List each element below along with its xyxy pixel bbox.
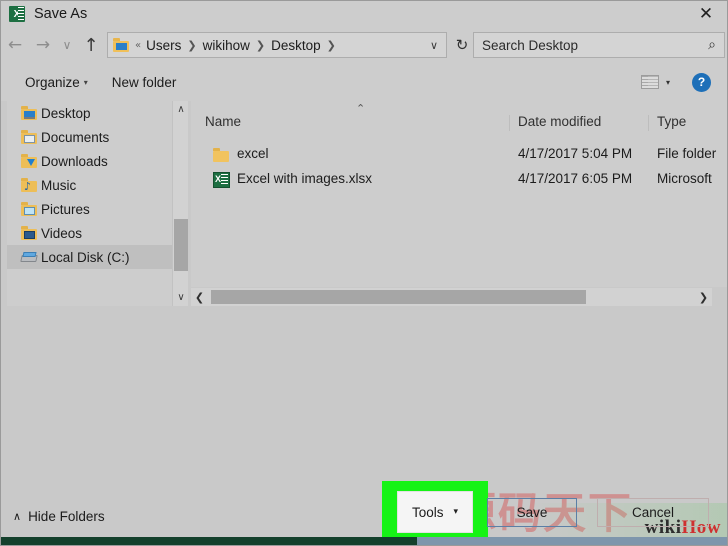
- search-input[interactable]: Search Desktop ⌕: [473, 32, 725, 58]
- navigation-pane: Desktop Documents Downloads ♪ Music Pict…: [7, 101, 172, 306]
- sidebar-item-desktop[interactable]: Desktop: [7, 101, 172, 125]
- breadcrumb[interactable]: « Users ❯ wikihow ❯ Desktop ❯ ∨: [107, 32, 447, 58]
- hide-folders-button[interactable]: ∧ Hide Folders: [13, 509, 105, 524]
- downloads-folder-icon: [21, 154, 38, 168]
- filelist-horizontal-scrollbar[interactable]: ❮ ❯: [191, 288, 712, 306]
- up-button[interactable]: ↑: [77, 31, 105, 59]
- help-button[interactable]: ?: [692, 72, 711, 92]
- scrollbar-thumb[interactable]: [174, 219, 188, 271]
- scroll-down-icon[interactable]: ∨: [173, 289, 189, 306]
- sidebar-item-label: Local Disk (C:): [41, 249, 130, 265]
- sidebar-item-label: Downloads: [41, 153, 108, 169]
- chevron-right-icon[interactable]: ❯: [256, 39, 265, 52]
- desktop-folder-icon: [21, 106, 38, 120]
- bottom-edge-strip-left: [1, 537, 417, 545]
- column-header-type[interactable]: Type: [657, 114, 686, 129]
- tools-button[interactable]: Tools ▾: [397, 491, 473, 533]
- scroll-right-icon[interactable]: ❯: [695, 288, 712, 306]
- chevron-right-icon[interactable]: ❯: [187, 39, 196, 52]
- hide-folders-label: Hide Folders: [28, 509, 105, 524]
- chevron-down-icon: ▾: [453, 507, 459, 517]
- file-type: File folder: [657, 146, 717, 161]
- sidebar-item-label: Music: [41, 177, 77, 193]
- scrollbar-thumb[interactable]: [211, 290, 586, 304]
- sidebar-item-pictures[interactable]: Pictures: [7, 197, 172, 221]
- documents-folder-icon: [21, 130, 38, 144]
- column-header-date-modified[interactable]: Date modified: [518, 114, 601, 129]
- save-as-dialog: X Save As ✕ ← → ∨ ↑ « Users ❯ wikihow ❯ …: [0, 0, 728, 546]
- chevron-down-icon[interactable]: ▾: [84, 78, 88, 87]
- scroll-left-icon[interactable]: ❮: [191, 288, 208, 306]
- recent-locations-button[interactable]: ∨: [57, 31, 77, 59]
- file-type: Microsoft: [657, 171, 712, 186]
- close-icon[interactable]: ✕: [683, 1, 727, 27]
- file-date-modified: 4/17/2017 6:05 PM: [518, 171, 633, 186]
- forward-button[interactable]: →: [29, 31, 57, 59]
- chevron-down-icon[interactable]: ∨: [430, 39, 446, 52]
- sidebar-item-label: Videos: [41, 225, 83, 241]
- scroll-up-icon[interactable]: ∧: [173, 101, 189, 118]
- column-headers: Name Date modified Type: [191, 109, 727, 133]
- xlsx-icon: [213, 172, 230, 188]
- window-title: Save As: [34, 6, 88, 22]
- title-bar: X Save As ✕: [1, 1, 727, 27]
- file-date-modified: 4/17/2017 5:04 PM: [518, 146, 633, 161]
- new-folder-button[interactable]: New folder: [112, 75, 177, 90]
- organize-button[interactable]: Organize: [25, 75, 80, 90]
- chevron-up-icon: ∧: [13, 510, 22, 523]
- save-button-label: Save: [516, 505, 548, 520]
- chevron-right-icon[interactable]: ❯: [327, 39, 336, 52]
- chevron-down-icon[interactable]: ▾: [666, 78, 670, 87]
- sidebar-item-documents[interactable]: Documents: [7, 125, 172, 149]
- folder-icon: [213, 147, 230, 163]
- breadcrumb-item-wikihow[interactable]: wikihow: [202, 36, 251, 55]
- sidebar-item-label: Pictures: [41, 201, 90, 217]
- pictures-folder-icon: [21, 202, 38, 216]
- refresh-icon[interactable]: ↻: [451, 36, 473, 54]
- navpane-scrollbar[interactable]: ∧ ∨: [172, 101, 188, 306]
- address-bar-row: ← → ∨ ↑ « Users ❯ wikihow ❯ Desktop ❯ ∨ …: [1, 27, 727, 63]
- table-row[interactable]: excel 4/17/2017 5:04 PM File folder: [191, 143, 727, 168]
- sidebar-item-label: Desktop: [41, 105, 91, 121]
- back-button[interactable]: ←: [1, 31, 29, 59]
- bottom-edge-strip-right: [417, 537, 727, 545]
- sidebar-item-music[interactable]: ♪ Music: [7, 173, 172, 197]
- breadcrumb-item-desktop[interactable]: Desktop: [270, 36, 322, 55]
- column-header-name[interactable]: Name: [205, 114, 241, 129]
- breadcrumb-overflow-icon[interactable]: «: [135, 40, 141, 51]
- cancel-button-label: Cancel: [631, 505, 675, 520]
- sidebar-item-local-disk-c[interactable]: Local Disk (C:): [7, 245, 172, 269]
- view-layout-icon[interactable]: [640, 75, 659, 89]
- tools-button-label: Tools: [411, 504, 444, 520]
- folder-icon: [113, 38, 130, 52]
- file-name: excel: [237, 146, 269, 161]
- search-placeholder: Search Desktop: [482, 37, 579, 53]
- breadcrumb-item-users[interactable]: Users: [145, 36, 182, 55]
- search-icon: ⌕: [708, 37, 716, 53]
- sidebar-item-label: Documents: [41, 129, 110, 145]
- cancel-button[interactable]: Cancel: [597, 498, 709, 527]
- file-list: ⌃ Name Date modified Type excel 4/17/201…: [191, 101, 727, 287]
- save-button[interactable]: Save: [487, 498, 577, 527]
- table-row[interactable]: Excel with images.xlsx 4/17/2017 6:05 PM…: [191, 168, 727, 193]
- toolbar: Organize ▾ New folder ▾ ?: [1, 63, 727, 101]
- sidebar-item-downloads[interactable]: Downloads: [7, 149, 172, 173]
- videos-folder-icon: [21, 226, 38, 240]
- music-folder-icon: ♪: [21, 178, 38, 192]
- sidebar-item-videos[interactable]: Videos: [7, 221, 172, 245]
- file-name: Excel with images.xlsx: [237, 171, 373, 186]
- drive-icon: [20, 250, 38, 264]
- excel-icon: X: [9, 6, 25, 22]
